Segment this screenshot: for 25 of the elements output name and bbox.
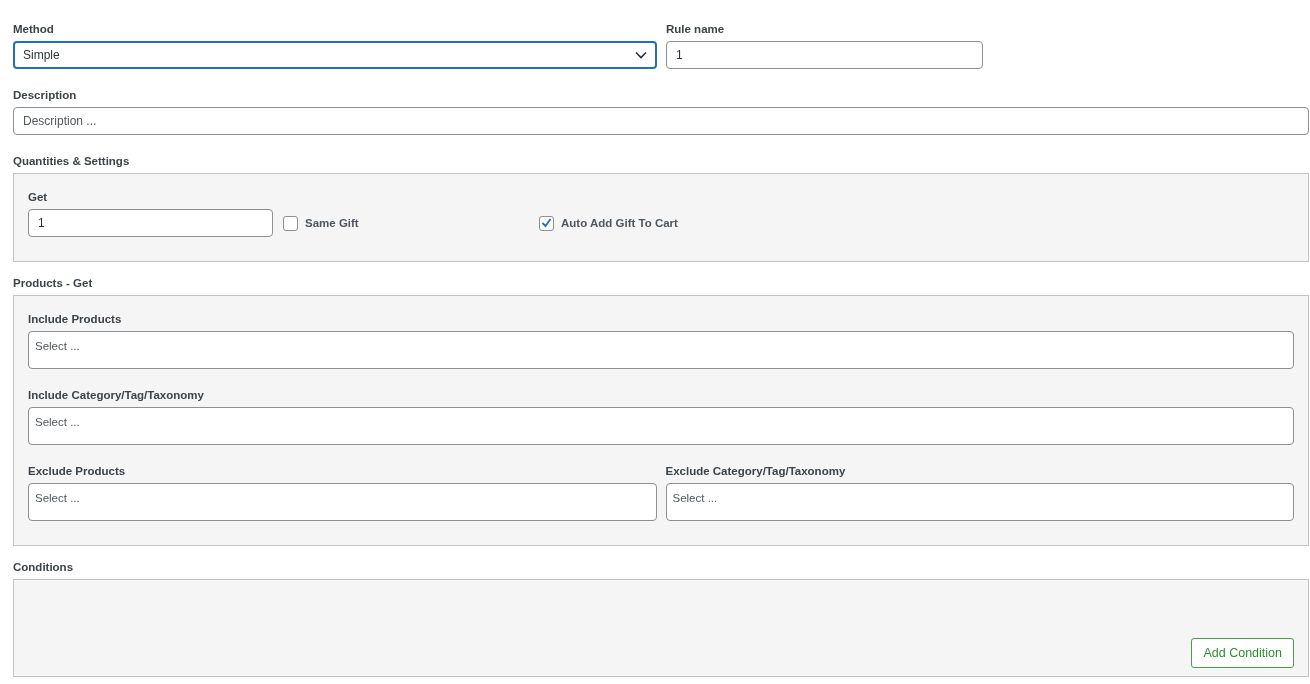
section-title: Products - Get: [13, 276, 94, 290]
chevron-down-icon: [635, 51, 647, 59]
select-field[interactable]: Select ...: [28, 331, 1294, 369]
section-title: Conditions: [13, 560, 75, 574]
select-field[interactable]: Select ...: [665, 483, 1294, 521]
description-input[interactable]: Description ...: [13, 107, 1309, 135]
field-label: Exclude Category/Tag/Taxonomy: [665, 464, 847, 478]
get-quantity-input[interactable]: 1: [28, 209, 273, 237]
select-field[interactable]: Select ...: [28, 407, 1294, 445]
checkbox-label: Auto Add Gift To Cart: [561, 217, 678, 229]
checkbox[interactable]: [283, 215, 298, 231]
add-condition-button[interactable]: Add Condition: [1191, 638, 1294, 668]
field-label: Get: [28, 190, 49, 204]
method-select[interactable]: Simple: [13, 41, 657, 69]
rule-name-input[interactable]: 1: [666, 41, 983, 69]
select-field[interactable]: Select ...: [28, 483, 657, 521]
checkbox[interactable]: [539, 215, 554, 231]
field-label: Description: [13, 88, 78, 102]
checkbox-label: Same Gift: [305, 217, 359, 229]
field-label: Include Category/Tag/Taxonomy: [28, 388, 205, 402]
field-label: Method: [13, 22, 55, 36]
field-label: Rule name: [666, 22, 726, 36]
section-title: Quantities & Settings: [13, 154, 131, 168]
field-label: Include Products: [28, 312, 123, 326]
field-label: Exclude Products: [28, 464, 127, 478]
